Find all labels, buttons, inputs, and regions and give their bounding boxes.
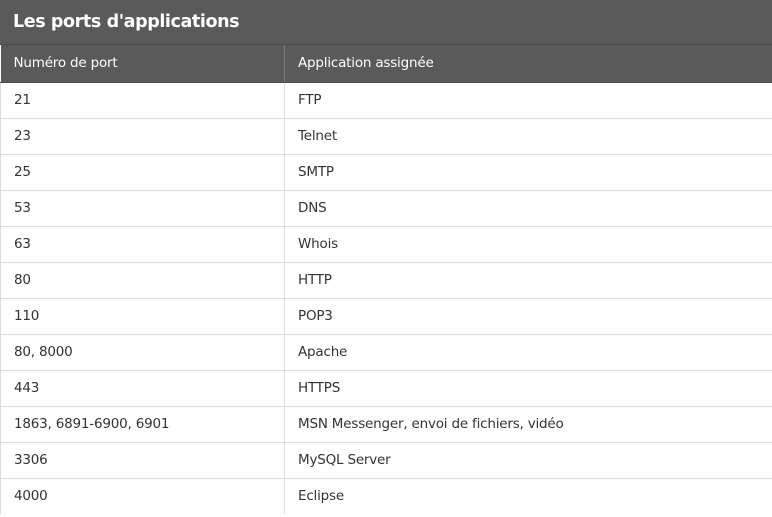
table-header: Numéro de port Application assignée [0, 45, 772, 83]
port-number-cell: 53 [0, 190, 285, 227]
port-number-cell: 4000 [0, 478, 285, 514]
port-number-cell: 21 [0, 82, 285, 119]
application-cell: Apache [284, 334, 772, 371]
table-row: 21 FTP [0, 82, 772, 119]
port-number-cell: 3306 [0, 442, 285, 479]
port-number-cell: 23 [0, 118, 285, 155]
application-cell: Telnet [284, 118, 772, 155]
table-body: 21 FTP 23 Telnet 25 SMTP 53 DNS 63 Whois 80 HTTP 110… [0, 82, 772, 514]
port-number-cell: 25 [0, 154, 285, 191]
table-row: 53 DNS [0, 190, 772, 227]
application-cell: HTTP [284, 262, 772, 299]
application-cell: HTTPS [284, 370, 772, 407]
table-row: 80, 8000 Apache [0, 334, 772, 371]
ports-table: Numéro de port Application assignée 21 FT… [0, 45, 772, 514]
ports-table-container: Les ports d'applications Numéro de port … [0, 0, 772, 517]
table-title-bar: Les ports d'applications [0, 0, 772, 45]
port-number-cell: 63 [0, 226, 285, 263]
table-row: 443 HTTPS [0, 370, 772, 407]
application-cell: MSN Messenger, envoi de fichiers, vidéo [284, 406, 772, 443]
table-row: 4000 Eclipse [0, 478, 772, 514]
application-cell: FTP [284, 82, 772, 119]
application-cell: MySQL Server [284, 442, 772, 479]
table-row: 23 Telnet [0, 118, 772, 155]
application-cell: Eclipse [284, 478, 772, 514]
header-row: Numéro de port Application assignée [0, 45, 772, 83]
table-title: Les ports d'applications [13, 12, 240, 32]
port-number-cell: 80, 8000 [0, 334, 285, 371]
table-row: 110 POP3 [0, 298, 772, 335]
column-header-application: Application assignée [284, 45, 772, 83]
table-row: 80 HTTP [0, 262, 772, 299]
table-row: 3306 MySQL Server [0, 442, 772, 479]
table-row: 25 SMTP [0, 154, 772, 191]
table-row: 1863, 6891-6900, 6901 MSN Messenger, envo… [0, 406, 772, 443]
port-number-cell: 110 [0, 298, 285, 335]
application-cell: DNS [284, 190, 772, 227]
application-cell: Whois [284, 226, 772, 263]
port-number-cell: 443 [0, 370, 285, 407]
port-number-cell: 80 [0, 262, 285, 299]
port-number-cell: 1863, 6891-6900, 6901 [0, 406, 285, 443]
application-cell: POP3 [284, 298, 772, 335]
table-row: 63 Whois [0, 226, 772, 263]
application-cell: SMTP [284, 154, 772, 191]
column-header-port: Numéro de port [0, 45, 285, 83]
